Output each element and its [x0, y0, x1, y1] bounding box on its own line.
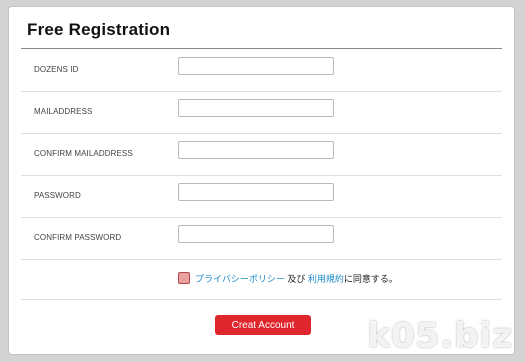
mailaddress-input[interactable]	[178, 99, 334, 117]
field-row-dozens-id: DOZENS ID	[21, 49, 502, 92]
agree-checkbox[interactable]	[178, 272, 190, 284]
confirm-password-label: CONFIRM PASSWORD	[34, 233, 122, 242]
field-row-mailaddress: MAILADDRESS	[21, 91, 502, 134]
confirm-password-input[interactable]	[178, 225, 334, 243]
password-input[interactable]	[178, 183, 334, 201]
field-row-password: PASSWORD	[21, 175, 502, 218]
page-title: Free Registration	[27, 20, 171, 39]
create-account-button[interactable]: Creat Account	[215, 315, 311, 335]
password-label: PASSWORD	[34, 191, 81, 200]
agreement-suffix: に同意する。	[343, 273, 398, 284]
dozens-id-input[interactable]	[178, 57, 334, 75]
confirm-mailaddress-label: CONFIRM MAILADDRESS	[34, 149, 133, 158]
field-row-confirm-password: CONFIRM PASSWORD	[21, 217, 502, 260]
dozens-id-label: DOZENS ID	[34, 65, 79, 74]
mailaddress-label: MAILADDRESS	[34, 107, 93, 116]
agreement-row: プライバシーポリシー 及び 利用規約 に同意する。	[178, 271, 398, 285]
confirm-mailaddress-input[interactable]	[178, 141, 334, 159]
privacy-policy-link[interactable]: プライバシーポリシー	[195, 272, 285, 285]
agreement-conjunction: 及び	[284, 273, 308, 284]
field-row-confirm-mailaddress: CONFIRM MAILADDRESS	[21, 133, 502, 176]
terms-link[interactable]: 利用規約	[308, 272, 344, 285]
watermark-text: k05.biz	[367, 316, 513, 356]
agreement-divider	[21, 299, 502, 300]
registration-panel: Free Registration DOZENS ID MAILADDRESS …	[8, 6, 515, 355]
